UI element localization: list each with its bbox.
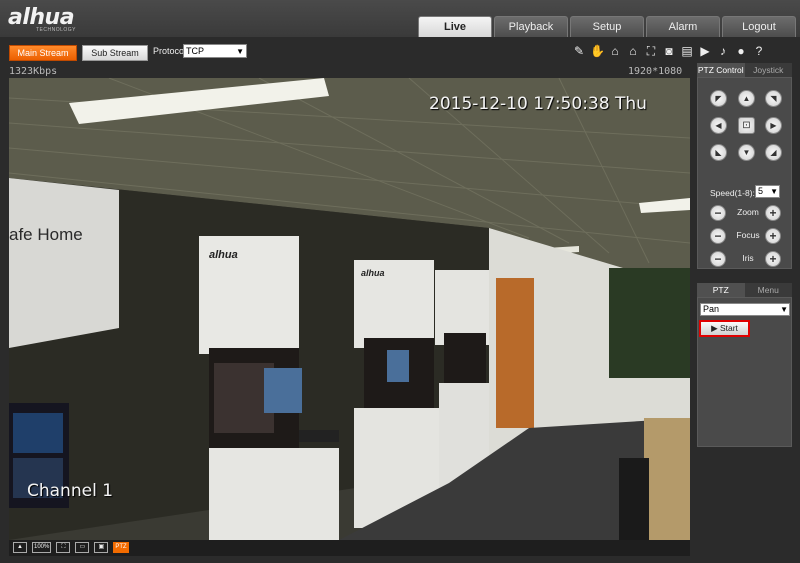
logo-subtitle: TECHNOLOGY — [36, 27, 77, 33]
aspect-ratio-icon[interactable]: ▭ — [75, 542, 90, 553]
speed-select[interactable]: 5 ▼ — [755, 185, 780, 198]
direction-right-icon[interactable]: ▶ — [765, 117, 782, 134]
zoom-in-icon[interactable]: + — [765, 205, 781, 221]
start-button-highlight: ▶ Start — [699, 320, 750, 337]
top-header: alhua TECHNOLOGY Live Playback Setup Ala… — [0, 0, 800, 37]
ptz-function-value: Pan — [703, 304, 720, 314]
speaker-icon[interactable]: ♪ — [716, 44, 730, 58]
tab-setup[interactable]: Setup — [570, 16, 644, 37]
alarm-out-1-icon[interactable]: ⌂ — [608, 44, 622, 58]
direction-down-left-icon[interactable]: ◣ — [710, 144, 727, 161]
live-video[interactable]: afe Home alhua alhua 2015-12-10 17:50:38… — [9, 78, 690, 540]
microphone-icon[interactable]: ● — [734, 44, 748, 58]
camera-scene: afe Home alhua alhua — [9, 78, 690, 540]
sub-stream-button[interactable]: Sub Stream — [82, 45, 148, 61]
tab-playback[interactable]: Playback — [494, 16, 568, 37]
start-button[interactable]: ▶ Start — [701, 322, 748, 335]
direction-left-icon[interactable]: ◀ — [710, 117, 727, 134]
snapshot-icon[interactable]: ◙ — [662, 44, 676, 58]
focus-far-icon[interactable]: + — [765, 228, 781, 244]
osd-channel-name: Channel 1 — [27, 481, 114, 501]
chevron-down-icon: ▼ — [236, 47, 244, 56]
osd-timestamp: 2015-12-10 17:50:38 Thu — [429, 94, 647, 114]
tab-logout[interactable]: Logout — [722, 16, 796, 37]
zoom-label: Zoom — [737, 207, 759, 217]
direction-down-icon[interactable]: ▼ — [738, 144, 755, 161]
ptz-control-body: ◤ ▲ ◥ ◀ ⊡ ▶ ◣ ▼ ◢ Speed(1-8): 5 ▼ − Zoom… — [697, 77, 792, 269]
tab-ptz-control[interactable]: PTZ Control — [697, 63, 745, 77]
fluency-icon[interactable]: ▣ — [94, 542, 109, 553]
draw-icon[interactable]: ✎ — [572, 44, 586, 58]
tab-joystick[interactable]: Joystick — [744, 63, 792, 77]
direction-down-right-icon[interactable]: ◢ — [765, 144, 782, 161]
zoom-region-icon[interactable]: ⛶ — [644, 44, 658, 58]
iris-open-icon[interactable]: + — [765, 251, 781, 267]
live-toolbar: Main Stream Sub Stream Protocol TCP ▼ ✎ … — [0, 37, 800, 63]
focus-label: Focus — [736, 230, 760, 240]
ptz-3d-positioning-icon[interactable]: ⊡ — [738, 117, 755, 134]
fullscreen-icon[interactable]: ⛶ — [56, 542, 71, 553]
iris-close-icon[interactable]: − — [710, 251, 726, 267]
main-stream-button[interactable]: Main Stream — [9, 45, 77, 61]
play-icon: ▶ — [711, 323, 720, 333]
ptz-side-panel: PTZ Control Joystick ◤ ▲ ◥ ◀ ⊡ ▶ ◣ ▼ ◢ S… — [697, 63, 792, 447]
video-bottom-bar: ▲ 100% ⛶ ▭ ▣ PTZ — [9, 540, 690, 556]
start-label: Start — [719, 323, 738, 333]
chevron-down-icon: ▼ — [770, 187, 778, 196]
hand-icon[interactable]: ✋ — [590, 44, 605, 58]
bottom-icons: ▲ 100% ⛶ ▭ ▣ PTZ — [13, 542, 129, 553]
ptz-toggle-button[interactable]: PTZ — [113, 542, 129, 553]
main-nav: Live Playback Setup Alarm Logout — [418, 16, 798, 37]
tool-icons: ✎ ✋ ⌂ ⌂ ⛶ ◙ ▤ ▶ ♪ ● ? — [572, 44, 766, 58]
protocol-value: TCP — [186, 46, 204, 56]
zoom-percent-button[interactable]: 100% — [32, 542, 52, 553]
tab-alarm[interactable]: Alarm — [646, 16, 720, 37]
ptz-settings-body: Pan ▼ ▶ Start — [697, 297, 792, 447]
tab-menu[interactable]: Menu — [744, 283, 792, 297]
triple-snapshot-icon[interactable]: ▤ — [680, 44, 694, 58]
resolution-readout: 1920*1080 — [628, 66, 683, 77]
tab-live[interactable]: Live — [418, 16, 492, 37]
image-adjust-icon[interactable]: ▲ — [13, 542, 27, 553]
iris-label: Iris — [742, 253, 754, 263]
help-icon[interactable]: ? — [752, 44, 766, 58]
focus-near-icon[interactable]: − — [710, 228, 726, 244]
bitrate-readout: 1323Kbps — [9, 66, 58, 77]
direction-up-icon[interactable]: ▲ — [738, 90, 755, 107]
ptz-settings-tabs: PTZ Settings Menu — [697, 283, 792, 309]
direction-up-left-icon[interactable]: ◤ — [710, 90, 727, 107]
booth-logo-2: alhua — [361, 268, 385, 278]
booth-logo-1: alhua — [209, 249, 238, 261]
ptz-function-select[interactable]: Pan ▼ — [700, 303, 790, 316]
wall-sign-text: afe Home — [9, 225, 83, 244]
alarm-out-2-icon[interactable]: ⌂ — [626, 44, 640, 58]
record-icon[interactable]: ▶ — [698, 44, 712, 58]
direction-up-right-icon[interactable]: ◥ — [765, 90, 782, 107]
tab-ptz-settings[interactable]: PTZ Settings — [697, 283, 745, 309]
protocol-label: Protocol — [153, 46, 187, 56]
speed-value: 5 — [758, 186, 764, 196]
chevron-down-icon: ▼ — [780, 305, 788, 314]
speed-label: Speed(1-8): — [710, 188, 755, 198]
ptz-control-tabs: PTZ Control Joystick — [697, 63, 792, 77]
zoom-out-icon[interactable]: − — [710, 205, 726, 221]
protocol-select[interactable]: TCP ▼ — [183, 44, 247, 58]
